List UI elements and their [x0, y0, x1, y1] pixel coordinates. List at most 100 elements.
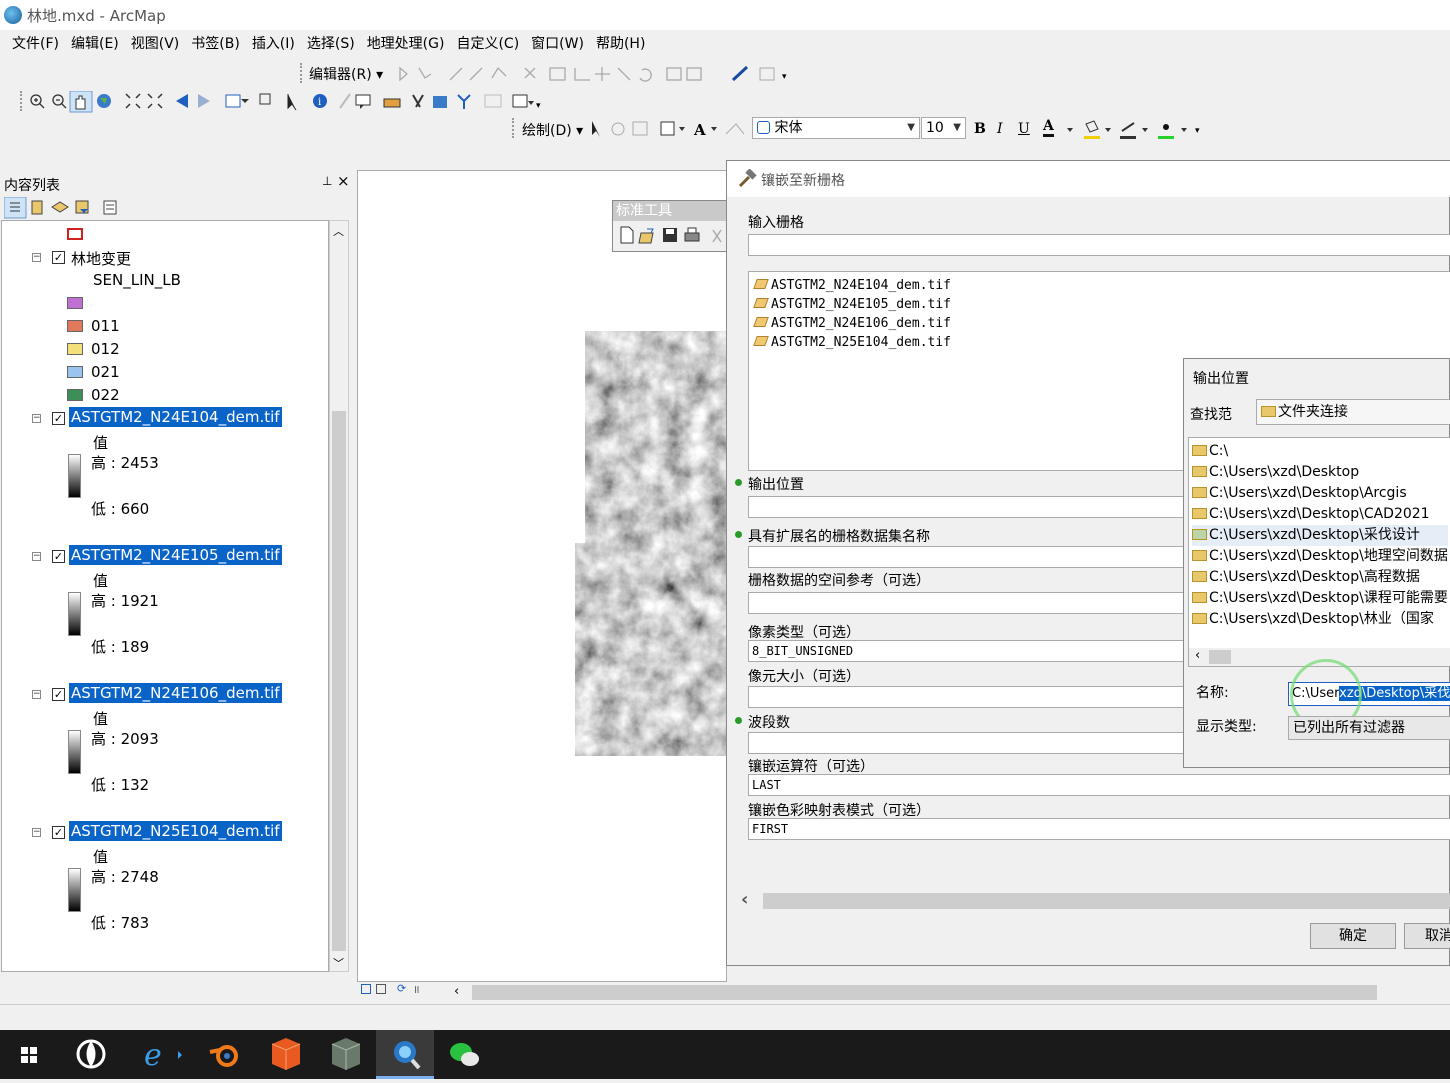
toolbar-overflow[interactable]: ▾	[536, 101, 541, 111]
menu-edit[interactable]: 编辑(E)	[71, 32, 119, 56]
raster-layer-name[interactable]: ASTGTM2_N24E105_dem.tif	[69, 545, 282, 565]
display-type-select[interactable]: 已列出所有过滤器	[1288, 716, 1450, 740]
wechat-icon[interactable]	[436, 1030, 494, 1079]
pixel-type-select[interactable]: 8_BIT_UNSIGNED	[748, 640, 1188, 662]
ok-button[interactable]: 确定	[1310, 923, 1396, 949]
collapse-icon[interactable]: −	[32, 828, 41, 837]
list-item[interactable]: ASTGTM2_N25E104_dem.tif	[753, 333, 951, 352]
bands-field[interactable]	[748, 732, 1188, 754]
refresh-icon[interactable]: ⟳	[397, 982, 406, 995]
menu-file[interactable]: 文件(F)	[12, 32, 59, 56]
input-rasters-field[interactable]	[748, 234, 1450, 256]
underline-button[interactable]: U	[1018, 121, 1030, 137]
toc-scrollbar[interactable]: ︿ ﹀	[329, 220, 349, 972]
collapse-icon[interactable]: −	[32, 253, 41, 262]
toolbar-grip[interactable]	[20, 91, 24, 111]
scroll-down-icon[interactable]: ﹀	[333, 955, 344, 971]
raster-layer-name[interactable]: ASTGTM2_N24E106_dem.tif	[69, 683, 282, 703]
arcmap-icon[interactable]	[376, 1030, 434, 1079]
toolbar-overflow[interactable]: ▾	[1195, 126, 1200, 136]
menu-selection[interactable]: 选择(S)	[307, 32, 355, 56]
scroll-up-icon[interactable]: ︿	[333, 223, 344, 239]
font-color-button[interactable]: A	[1043, 118, 1054, 137]
blender-icon[interactable]	[196, 1030, 254, 1079]
mosaic-operator-select[interactable]: LAST	[748, 774, 1450, 796]
collapse-icon[interactable]: −	[32, 690, 41, 699]
menu-customize[interactable]: 自定义(C)	[456, 32, 519, 56]
scroll-thumb[interactable]	[332, 411, 346, 951]
close-icon[interactable]: ×	[337, 172, 350, 190]
list-item[interactable]: C:\Users\xzd\Desktop\采伐设计	[1192, 525, 1448, 546]
folder-list[interactable]: C:\ C:\Users\xzd\Desktop C:\Users\xzd\De…	[1188, 437, 1450, 667]
list-item[interactable]: ASTGTM2_N24E105_dem.tif	[753, 295, 951, 314]
menu-view[interactable]: 视图(V)	[131, 32, 180, 56]
editor-menu-button[interactable]: 编辑器(R) ▾	[309, 64, 383, 84]
map-view[interactable]	[357, 170, 730, 982]
output-location-field[interactable]	[748, 496, 1188, 518]
raster-layer-name[interactable]: ASTGTM2_N25E104_dem.tif	[69, 821, 282, 841]
colormap-mode-select[interactable]: FIRST	[748, 818, 1450, 840]
list-item[interactable]: C:\Users\xzd\Desktop\林业（国家	[1192, 609, 1448, 630]
dialog-title-bar[interactable]: 镶嵌至新栅格	[727, 161, 1450, 197]
toc-view-buttons[interactable]	[4, 197, 120, 219]
menu-help[interactable]: 帮助(H)	[596, 32, 645, 56]
dialog-horizontal-scrollbar[interactable]: ‹	[739, 889, 1450, 911]
list-item[interactable]: C:\Users\xzd\Desktop\CAD2021	[1192, 504, 1448, 525]
editor-label: 编辑器(R)	[309, 67, 372, 83]
dataset-name-field[interactable]	[748, 546, 1188, 568]
horizontal-scroll-thumb[interactable]	[472, 985, 1377, 1000]
ie-icon[interactable]: e	[130, 1030, 188, 1079]
group-layer-name[interactable]: 林地变更	[71, 248, 131, 269]
list-item[interactable]: C:\	[1192, 441, 1448, 462]
layer-checkbox[interactable]: ✓	[52, 826, 65, 839]
scroll-left-icon[interactable]: ‹	[1195, 648, 1200, 663]
cellsize-field[interactable]	[748, 686, 1188, 708]
scroll-left-icon[interactable]: ‹	[454, 984, 459, 999]
collapse-icon[interactable]: −	[32, 552, 41, 561]
tools-toolbar-icons: i	[30, 91, 534, 113]
menu-geoprocessing[interactable]: 地理处理(G)	[367, 32, 445, 56]
start-icon[interactable]	[0, 1030, 58, 1079]
list-item[interactable]: C:\Users\xzd\Desktop	[1192, 462, 1448, 483]
scroll-thumb[interactable]	[1209, 650, 1231, 664]
layer-checkbox[interactable]: ✓	[52, 688, 65, 701]
bold-button[interactable]: B	[974, 121, 986, 137]
spatial-reference-field[interactable]	[748, 592, 1188, 614]
list-item[interactable]: C:\Users\xzd\Desktop\高程数据	[1192, 567, 1448, 588]
pinwheel-icon[interactable]	[62, 1030, 120, 1079]
draw-menu-button[interactable]: 绘制(D) ▾	[522, 120, 583, 140]
raster-layer-name[interactable]: ASTGTM2_N24E104_dem.tif	[69, 407, 282, 427]
color-ramp	[68, 592, 81, 636]
data-view-icon[interactable]	[361, 984, 371, 994]
layer-checkbox[interactable]: ✓	[52, 251, 65, 264]
toolbar-overflow[interactable]: ▾	[782, 72, 792, 86]
toolbar-grip[interactable]	[300, 63, 304, 83]
list-item[interactable]: ASTGTM2_N24E106_dem.tif	[753, 314, 951, 333]
layer-checkbox[interactable]: ✓	[52, 412, 65, 425]
list-item[interactable]: C:\Users\xzd\Desktop\课程可能需要	[1192, 588, 1448, 609]
italic-button[interactable]: I	[997, 121, 1003, 137]
layer-checkbox[interactable]: ✓	[52, 550, 65, 563]
menu-insert[interactable]: 插入(I)	[252, 32, 295, 56]
menu-window[interactable]: 窗口(W)	[531, 32, 584, 56]
folder-icon	[1192, 550, 1207, 561]
look-in-select[interactable]: 文件夹连接	[1256, 399, 1450, 425]
list-item[interactable]: ASTGTM2_N24E104_dem.tif	[753, 276, 951, 295]
list-item[interactable]: C:\Users\xzd\Desktop\Arcgis	[1192, 483, 1448, 504]
standard-toolbar-title[interactable]: 标准工具	[613, 201, 731, 221]
collapse-icon[interactable]: −	[32, 414, 41, 423]
toolbar-grip[interactable]	[512, 118, 516, 138]
list-item[interactable]: C:\Users\xzd\Desktop\地理空间数据	[1192, 546, 1448, 567]
menu-bookmarks[interactable]: 书签(B)	[191, 32, 240, 56]
cancel-button[interactable]: 取消	[1404, 923, 1450, 949]
font-name-select[interactable]: 宋体 ▼	[752, 117, 920, 139]
package-icon[interactable]	[316, 1030, 374, 1079]
layout-view-icon[interactable]	[376, 984, 386, 994]
pause-icon[interactable]: ॥	[413, 982, 420, 997]
scroll-thumb[interactable]	[763, 893, 1450, 909]
class-swatch	[67, 320, 83, 332]
font-size-select[interactable]: 10 ▼	[921, 117, 966, 139]
scroll-left-icon[interactable]: ‹	[741, 889, 748, 910]
box-app-icon[interactable]	[256, 1030, 314, 1079]
pin-icon[interactable]: ⊥	[322, 174, 332, 188]
